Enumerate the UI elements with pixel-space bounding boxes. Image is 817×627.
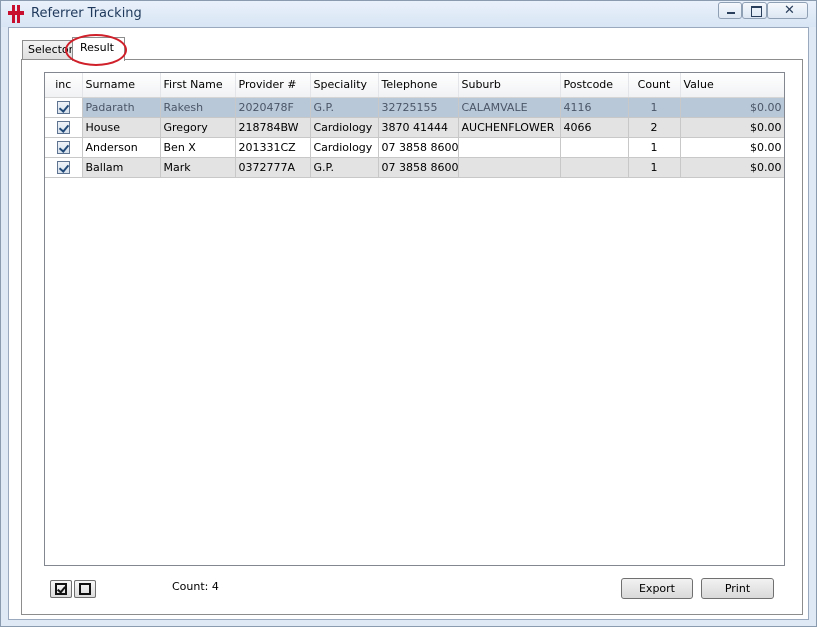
cell-speciality: Cardiology: [310, 137, 379, 158]
cell-count: 1: [628, 97, 681, 118]
table-row[interactable]: Anderson Ben X 201331CZ Cardiology 07 38…: [45, 137, 784, 158]
export-button[interactable]: Export: [621, 578, 693, 599]
count-label: Count: 4: [172, 580, 219, 593]
cell-suburb: AUCHENFLOWER: [458, 117, 561, 138]
cell-provider: 0372777A: [235, 157, 311, 178]
cell-surname: Ballam: [82, 157, 161, 178]
cell-count: 2: [628, 117, 681, 138]
cell-surname: Anderson: [82, 137, 161, 158]
cell-suburb: CALAMVALE: [458, 97, 561, 118]
include-checkbox[interactable]: [56, 140, 70, 154]
maximize-button[interactable]: [742, 2, 767, 19]
close-icon: ✕: [784, 3, 795, 18]
cell-value: $0.00: [680, 97, 784, 118]
results-table: inc Surname First Name Provider # Specia…: [45, 73, 784, 178]
table-row[interactable]: Ballam Mark 0372777A G.P. 07 3858 8600 1…: [45, 157, 784, 178]
cell-value: $0.00: [680, 137, 784, 158]
cell-speciality: G.P.: [310, 157, 379, 178]
cell-value: $0.00: [680, 117, 784, 138]
cell-provider: 2020478F: [235, 97, 311, 118]
title-bar[interactable]: Referrer Tracking ✕: [1, 1, 816, 27]
cell-count: 1: [628, 137, 681, 158]
column-header-surname[interactable]: Surname: [82, 73, 161, 98]
column-header-first-name[interactable]: First Name: [160, 73, 236, 98]
table-header-row: inc Surname First Name Provider # Specia…: [45, 73, 784, 98]
check-all-icon: [55, 583, 67, 595]
column-header-telephone[interactable]: Telephone: [378, 73, 459, 98]
column-header-inc[interactable]: inc: [45, 73, 83, 98]
check-all-button[interactable]: [50, 580, 72, 598]
column-header-postcode[interactable]: Postcode: [560, 73, 629, 98]
cell-value: $0.00: [680, 157, 784, 178]
column-header-suburb[interactable]: Suburb: [458, 73, 561, 98]
cell-suburb: [458, 137, 561, 158]
column-header-provider[interactable]: Provider #: [235, 73, 311, 98]
window-title: Referrer Tracking: [31, 6, 142, 21]
print-button[interactable]: Print: [701, 578, 774, 599]
result-panel: inc Surname First Name Provider # Specia…: [21, 59, 803, 615]
cell-provider: 201331CZ: [235, 137, 311, 158]
medical-cross-icon: [8, 5, 24, 23]
include-checkbox[interactable]: [56, 100, 70, 114]
column-header-value[interactable]: Value: [680, 73, 784, 98]
cell-telephone: 07 3858 8600: [378, 157, 459, 178]
column-header-count[interactable]: Count: [628, 73, 681, 98]
uncheck-all-icon: [79, 583, 91, 595]
cell-telephone: 3870 41444: [378, 117, 459, 138]
cell-speciality: Cardiology: [310, 117, 379, 138]
cell-telephone: 07 3858 8600: [378, 137, 459, 158]
cell-suburb: [458, 157, 561, 178]
cell-surname: House: [82, 117, 161, 138]
table-row[interactable]: Padarath Rakesh 2020478F G.P. 32725155 C…: [45, 97, 784, 118]
cell-postcode: [560, 157, 629, 178]
results-grid: inc Surname First Name Provider # Specia…: [44, 72, 785, 566]
cell-surname: Padarath: [82, 97, 161, 118]
close-button[interactable]: ✕: [767, 2, 808, 19]
cell-postcode: 4116: [560, 97, 629, 118]
cell-first-name: Rakesh: [160, 97, 236, 118]
include-checkbox[interactable]: [56, 120, 70, 134]
client-area: Selector Result inc Surname First Name P…: [8, 27, 809, 620]
include-checkbox[interactable]: [56, 160, 70, 174]
highlight-annotation: [65, 34, 127, 66]
cell-provider: 218784BW: [235, 117, 311, 138]
column-header-speciality[interactable]: Speciality: [310, 73, 379, 98]
cell-first-name: Mark: [160, 157, 236, 178]
referrer-tracking-window: Referrer Tracking ✕ Selector Result inc …: [0, 0, 817, 627]
cell-count: 1: [628, 157, 681, 178]
uncheck-all-button[interactable]: [74, 580, 96, 598]
cell-postcode: [560, 137, 629, 158]
cell-speciality: G.P.: [310, 97, 379, 118]
cell-first-name: Ben X: [160, 137, 236, 158]
cell-telephone: 32725155: [378, 97, 459, 118]
minimize-button[interactable]: [718, 2, 742, 19]
cell-postcode: 4066: [560, 117, 629, 138]
table-row[interactable]: House Gregory 218784BW Cardiology 3870 4…: [45, 117, 784, 138]
cell-first-name: Gregory: [160, 117, 236, 138]
